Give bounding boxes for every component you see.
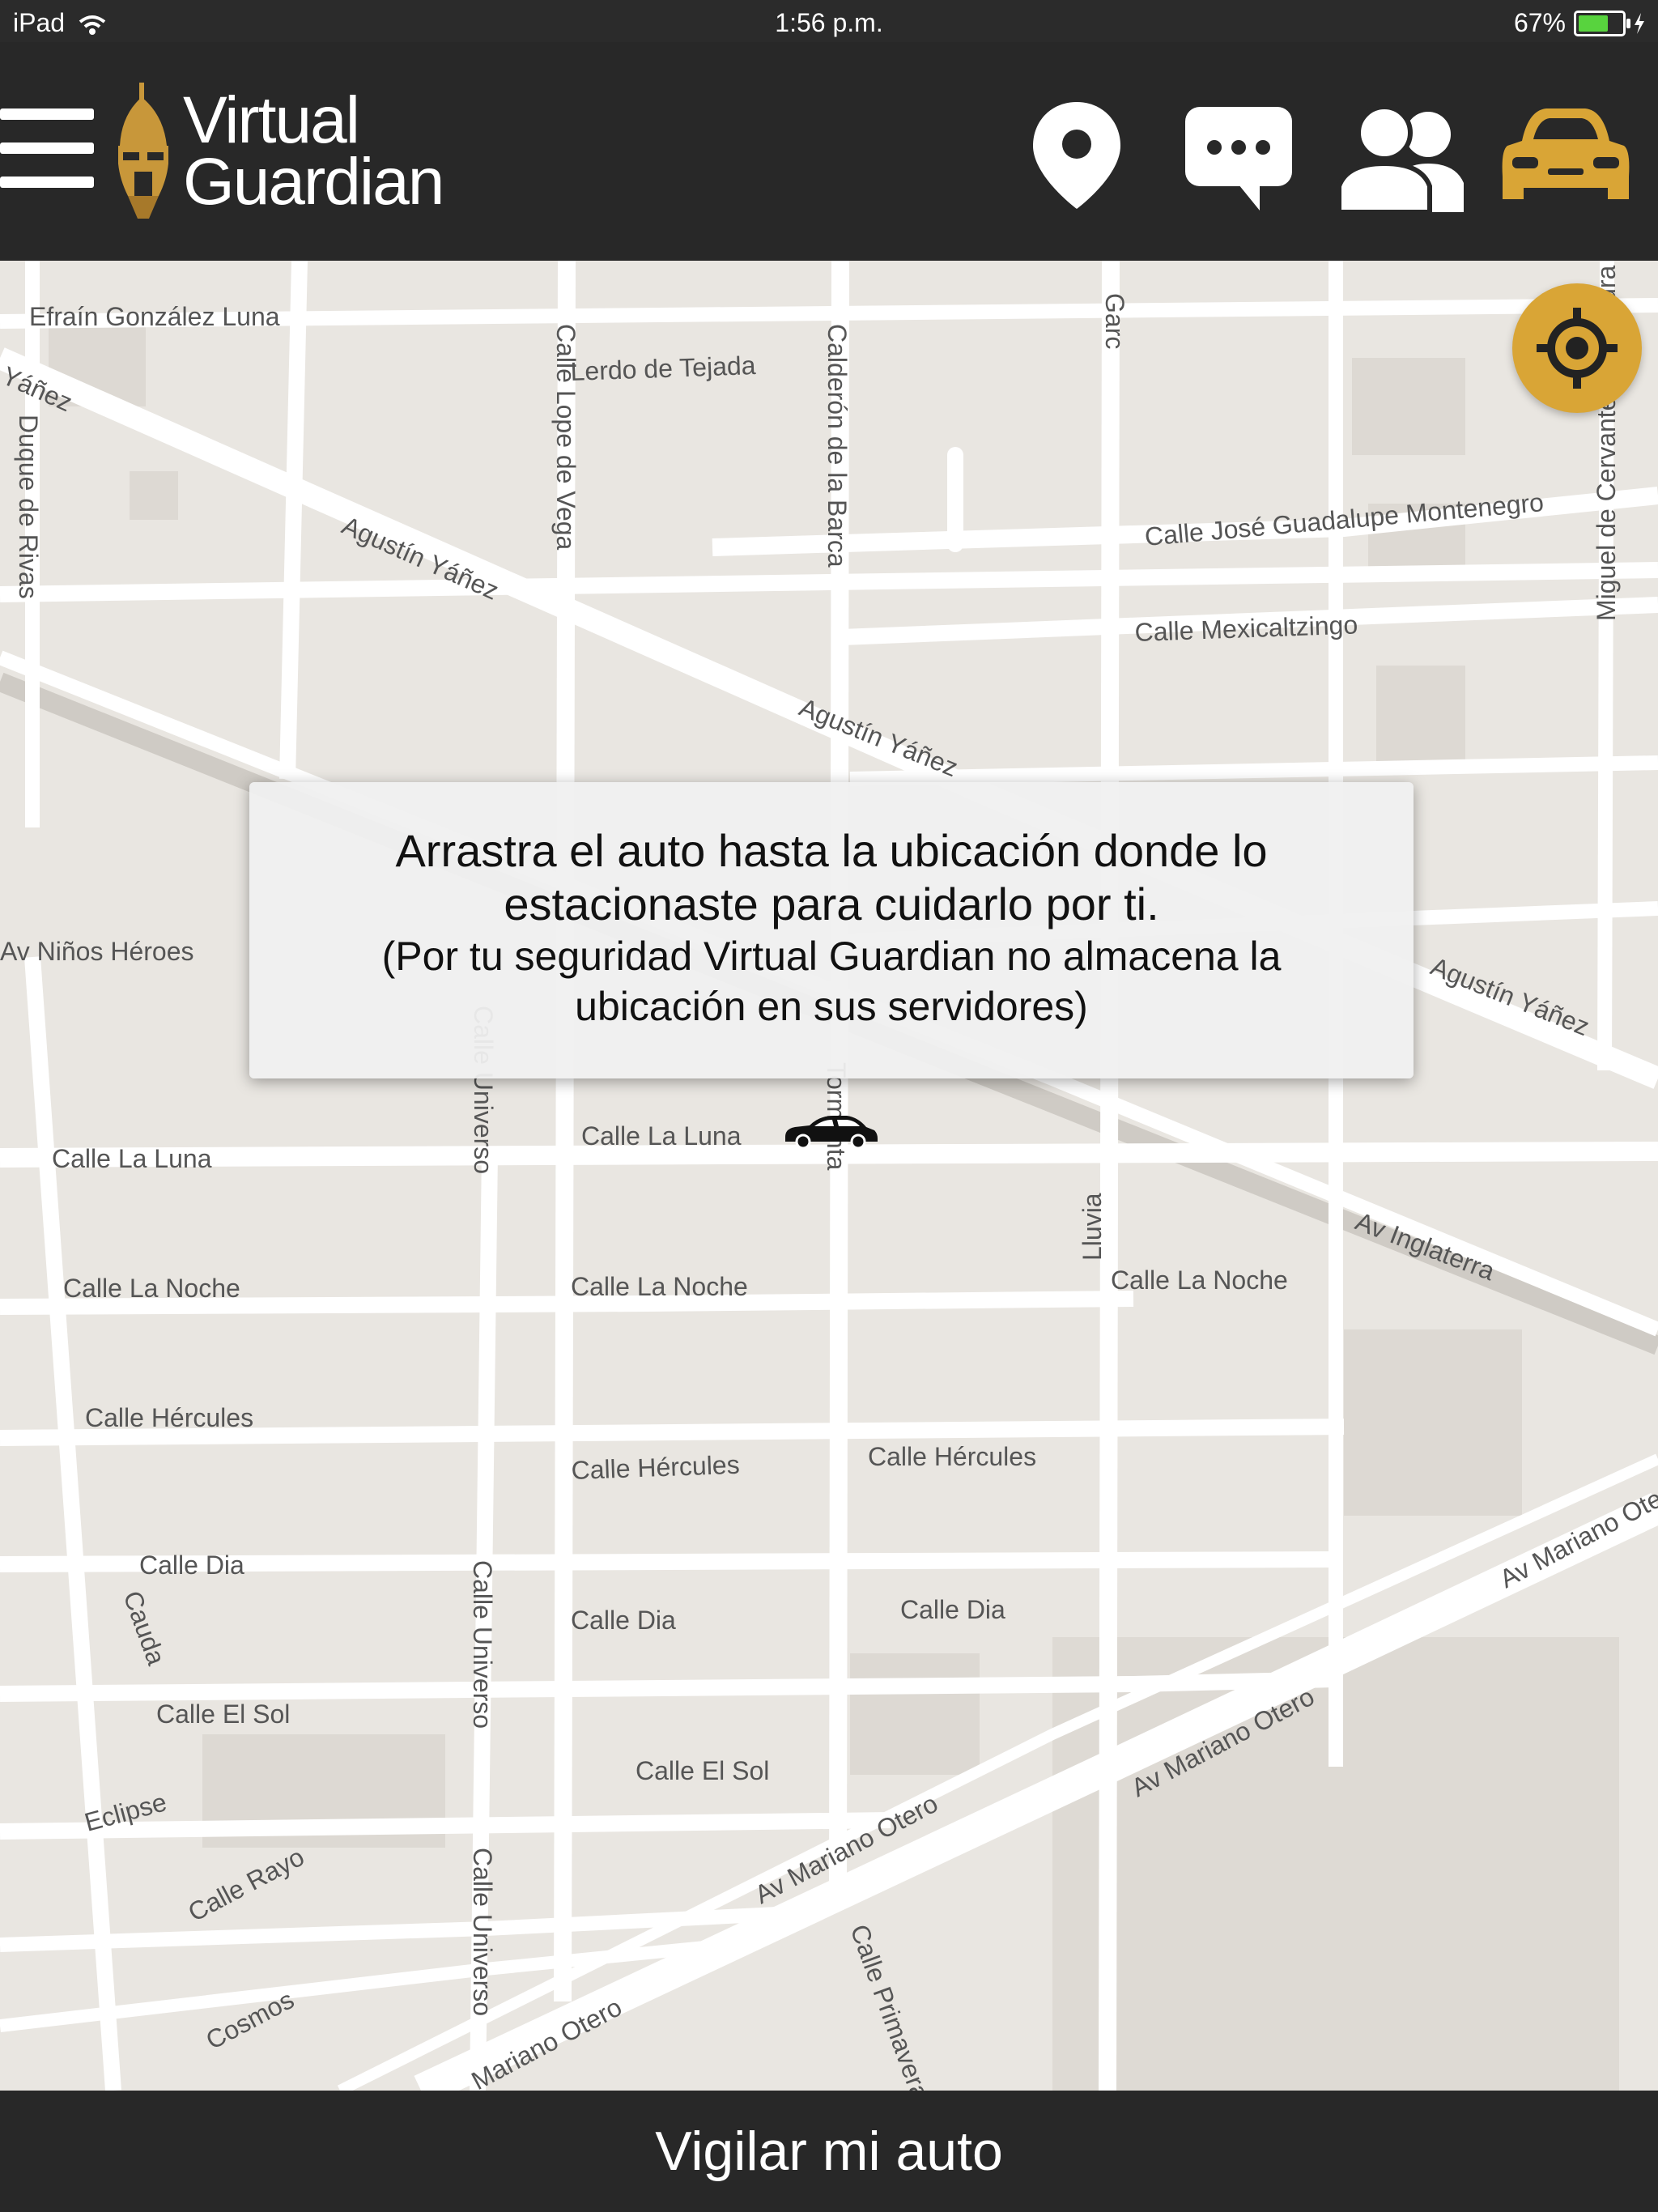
street-label: Calle Hércules: [571, 1450, 740, 1485]
map-view[interactable]: Lerdo de Tejada Efraín González Luna Yáñ…: [0, 261, 1658, 2091]
logo-text-line1: Virtual: [183, 83, 360, 157]
street-label: Duque de Rivas: [14, 415, 43, 599]
street-label: Calle Dia: [571, 1606, 676, 1635]
menu-bar-icon: [0, 108, 94, 120]
street-label: Calle Universo: [468, 1848, 497, 2016]
instruction-dialog: Arrastra el auto hasta la ubicación dond…: [249, 782, 1414, 1078]
battery-icon: [1574, 10, 1630, 36]
car-marker-icon: [785, 1116, 878, 1150]
street-label: Calle Dia: [139, 1551, 244, 1580]
street-label: Calle Lope de Vega: [551, 324, 580, 551]
chat-bubble-icon: [1185, 107, 1292, 211]
street-label: Calle El Sol: [636, 1756, 769, 1785]
watch-car-button[interactable]: Vigilar mi auto: [0, 2091, 1658, 2212]
location-tab-button[interactable]: [1028, 99, 1125, 216]
street-label: Calle La Luna: [52, 1144, 212, 1173]
contacts-tab-button[interactable]: [1337, 102, 1467, 216]
app-logo: Virtual Guardian: [113, 83, 444, 220]
battery-percent: 67%: [1513, 8, 1566, 37]
privacy-note: (Por tu seguridad Virtual Guardian no al…: [381, 934, 1282, 1029]
location-pin-icon: [1033, 102, 1120, 209]
menu-bar-icon: [0, 177, 94, 188]
draggable-car-marker[interactable]: [782, 1112, 879, 1152]
instruction-text: Arrastra el auto hasta la ubicación dond…: [395, 825, 1268, 929]
street-label: Av Niños Héroes: [0, 937, 194, 966]
street-label: Calle Dia: [900, 1595, 1005, 1624]
street-label: Garc: [1100, 293, 1129, 349]
status-bar: iPad 1:56 p.m. 67%: [0, 0, 1658, 42]
street-label: Calle Universo: [468, 1560, 497, 1729]
street-label: Calle Hércules: [85, 1403, 253, 1432]
street-label: Efraín González Luna: [29, 302, 280, 331]
spartan-helmet-icon: [118, 83, 168, 219]
status-battery: 67%: [1514, 8, 1645, 38]
street-label: Calle La Noche: [1111, 1266, 1288, 1295]
car-icon: [1502, 108, 1630, 199]
menu-bar-icon: [0, 143, 94, 154]
car-tab-button[interactable]: [1501, 104, 1630, 213]
street-label: Calle Hércules: [868, 1442, 1036, 1471]
street-label: Lluvia: [1078, 1193, 1107, 1261]
charging-bolt-icon: [1635, 12, 1644, 34]
map-roads: Lerdo de Tejada Efraín González Luna Yáñ…: [0, 261, 1658, 2091]
logo-text: Virtual Guardian: [183, 83, 444, 219]
street-label: Calderón de la Barca: [823, 324, 852, 568]
menu-button[interactable]: [0, 108, 97, 198]
crosshair-icon: [1537, 308, 1618, 389]
street-label: Calle La Noche: [63, 1274, 240, 1303]
street-label: Calle La Noche: [571, 1272, 748, 1301]
street-label: Calle El Sol: [156, 1699, 290, 1729]
status-time: 1:56 p.m.: [775, 8, 883, 37]
app-header: Virtual Guardian: [0, 42, 1658, 261]
chat-tab-button[interactable]: [1182, 104, 1295, 218]
street-label: Calle La Luna: [581, 1121, 742, 1151]
logo-text-line2: Guardian: [183, 145, 444, 219]
contacts-icon: [1337, 104, 1464, 215]
locate-me-button[interactable]: [1512, 283, 1642, 413]
